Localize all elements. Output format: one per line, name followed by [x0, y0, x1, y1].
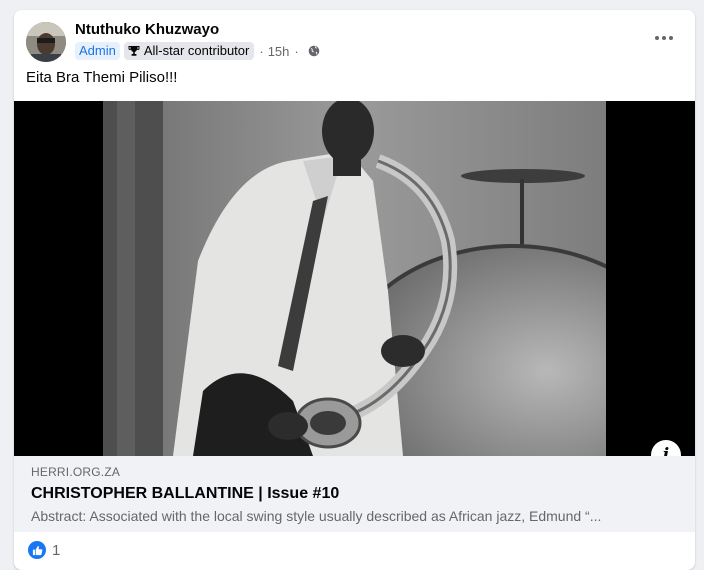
post-card: Ntuthuko Khuzwayo Admin All-star contrib… — [14, 10, 695, 570]
link-description: Abstract: Associated with the local swin… — [31, 508, 602, 524]
more-options-icon[interactable] — [650, 24, 678, 52]
info-icon[interactable]: i — [651, 440, 681, 456]
saxophonist-photo — [103, 101, 606, 456]
post-text: Eita Bra Themi Piliso!!! — [26, 69, 178, 86]
all-star-badge[interactable]: All-star contributor — [123, 42, 255, 60]
trophy-icon — [128, 46, 140, 56]
post-meta: Admin All-star contributor · 15h · — [75, 42, 320, 60]
reaction-count: 1 — [52, 541, 61, 559]
link-preview[interactable]: HERRI.ORG.ZA CHRISTOPHER BALLANTINE | Is… — [14, 456, 695, 532]
globe-icon[interactable] — [308, 45, 320, 57]
post-time[interactable]: 15h — [268, 44, 290, 59]
author-avatar[interactable] — [26, 22, 66, 62]
post-header: Ntuthuko Khuzwayo Admin All-star contrib… — [14, 10, 695, 70]
admin-badge[interactable]: Admin — [75, 42, 120, 60]
like-icon — [28, 541, 46, 559]
link-title[interactable]: CHRISTOPHER BALLANTINE | Issue #10 — [31, 485, 339, 503]
author-name[interactable]: Ntuthuko Khuzwayo — [75, 21, 219, 38]
meta-separator-2: · — [294, 43, 299, 59]
reactions-summary[interactable]: 1 — [28, 540, 60, 560]
link-preview-image[interactable]: i — [14, 101, 695, 456]
link-domain: HERRI.ORG.ZA — [31, 465, 121, 479]
meta-separator: · — [259, 43, 264, 59]
all-star-badge-label: All-star contributor — [143, 43, 250, 58]
